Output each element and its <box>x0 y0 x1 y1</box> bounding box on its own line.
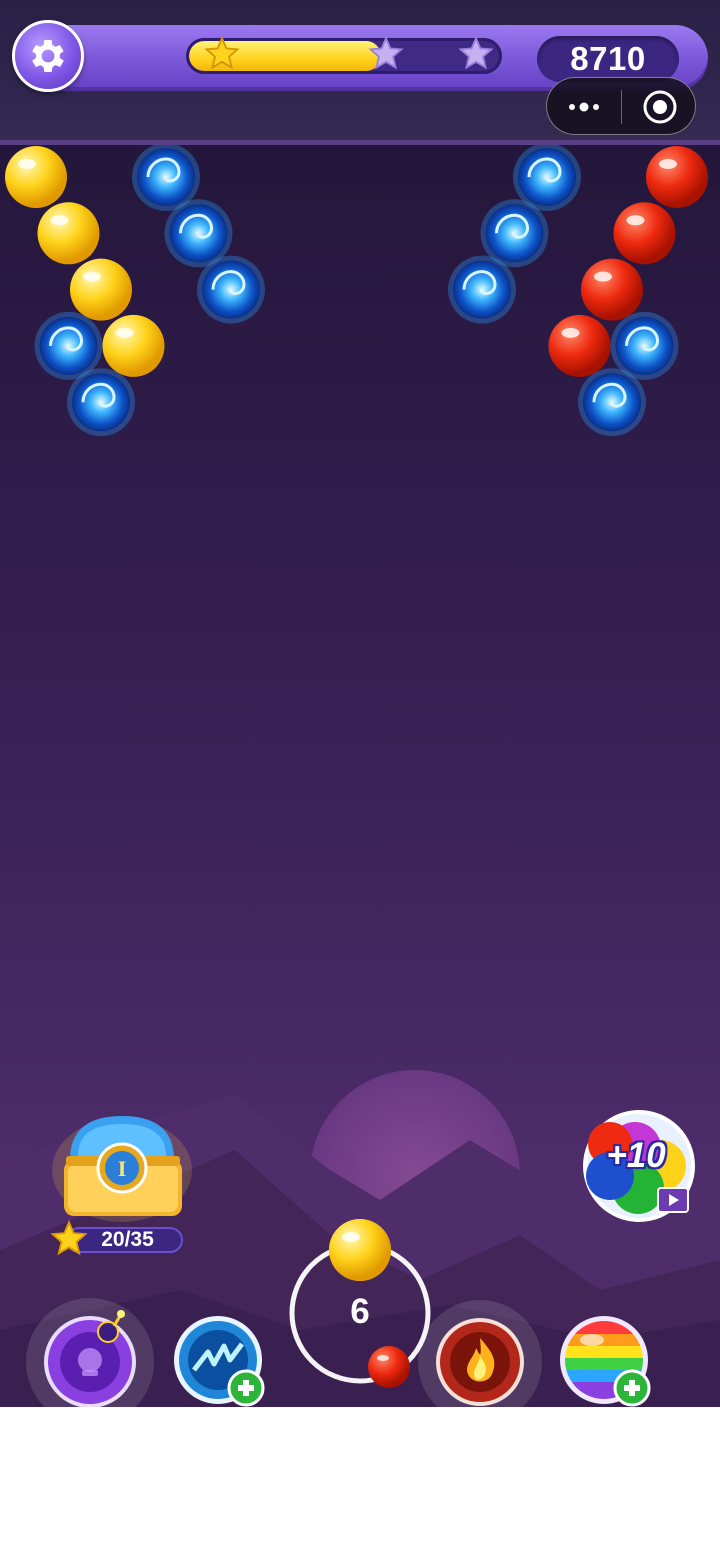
yellow-bubble <box>70 258 132 321</box>
current-bubble[interactable] <box>327 1217 393 1283</box>
yellow-bubble <box>37 202 100 265</box>
vortex-bubble <box>67 368 135 437</box>
red-bubble <box>613 202 676 265</box>
treasure-chest-icon[interactable]: I <box>50 1108 195 1228</box>
next-bubble[interactable] <box>367 1345 411 1389</box>
settings-button[interactable] <box>12 20 84 92</box>
vortex-bubble <box>578 368 646 437</box>
top-hud: 8710 <box>0 0 720 145</box>
vortex-bubble <box>197 255 265 324</box>
mini-program-capsule <box>546 77 696 135</box>
chest-progress-text: 20/35 <box>101 1228 154 1251</box>
red-bubble <box>548 314 611 377</box>
chest-label: I <box>118 1156 127 1181</box>
yellow-bubble <box>102 314 165 377</box>
progress-star-1-icon <box>204 36 240 70</box>
extra-bubbles-label: +10 <box>606 1136 666 1175</box>
lightning-bubble-icon[interactable] <box>174 1316 270 1407</box>
close-button[interactable] <box>623 78 697 136</box>
progress-star-2-icon <box>368 36 404 70</box>
vortex-bubble <box>448 255 516 324</box>
star-icon <box>50 1220 88 1256</box>
yellow-bubble <box>5 146 67 208</box>
shots-remaining: 6 <box>350 1292 370 1331</box>
fire-bubble-icon[interactable] <box>418 1300 542 1407</box>
progress-star-3-icon <box>458 36 494 70</box>
capsule-divider <box>621 90 622 124</box>
rainbow-bubble-icon[interactable] <box>560 1316 656 1407</box>
more-button[interactable] <box>547 78 621 136</box>
more-dots-icon <box>569 102 599 112</box>
gear-icon <box>32 40 64 72</box>
red-bubble <box>646 146 708 208</box>
score: 8710 <box>537 36 679 82</box>
bomb-bubble-icon[interactable] <box>26 1298 156 1407</box>
game-screen[interactable]: I 20/35 +10 6 8710 <box>0 0 720 1407</box>
target-close-icon <box>643 90 677 124</box>
red-bubble <box>581 258 643 321</box>
